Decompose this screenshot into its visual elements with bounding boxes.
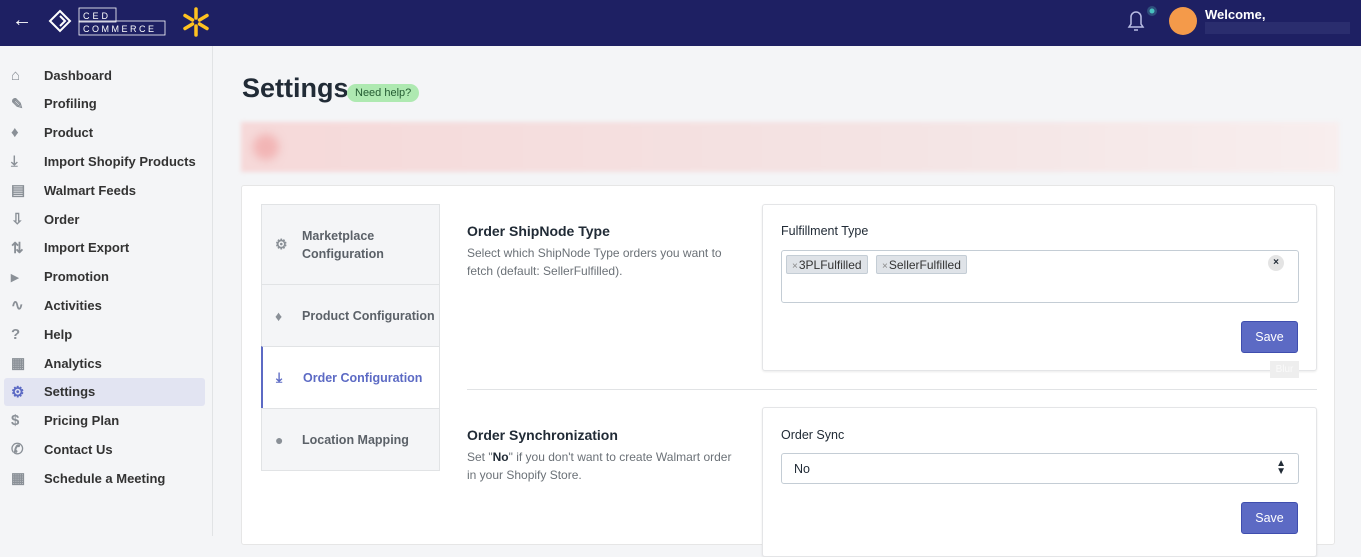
save-fulfillment-button[interactable]: Save — [1241, 321, 1298, 353]
sidebar-item-label: Help — [44, 326, 73, 342]
sidebar-item-product[interactable]: ♦ Product — [4, 119, 205, 147]
fulfillment-type-label: Fulfillment Type — [781, 224, 869, 238]
sidebar-item-promotion[interactable]: ▸ Promotion — [4, 263, 205, 291]
tab-location-mapping[interactable]: ● Location Mapping — [261, 408, 440, 471]
back-arrow-icon[interactable]: ← — [12, 9, 32, 32]
sync-title: Order Synchronization — [467, 427, 618, 443]
divider — [467, 389, 1317, 390]
gear-icon: ⚙ — [11, 383, 25, 401]
remove-chip-icon[interactable]: × — [882, 261, 888, 272]
sidebar-item-label: Activities — [44, 297, 102, 313]
profile-add-icon: ✎ — [11, 95, 24, 113]
sync-description: Set "No" if you don't want to create Wal… — [467, 450, 732, 482]
sidebar-item-label: Promotion — [44, 269, 109, 285]
activity-icon: ∿ — [11, 297, 24, 315]
sidebar-item-order[interactable]: ⇩ Order — [4, 205, 205, 233]
fulfillment-type-panel: Fulfillment Type ×3PLFulfilled ×SellerFu… — [762, 204, 1317, 371]
transfer-icon: ⇅ — [11, 239, 24, 257]
cedcommerce-logo: CED COMMERCE — [48, 7, 166, 36]
tab-order-configuration[interactable]: ⤓ Order Configuration — [261, 346, 440, 409]
sidebar-item-pricing-plan[interactable]: $ Pricing Plan — [4, 407, 205, 435]
blurred-banner — [241, 122, 1339, 172]
location-pin-icon: ● — [275, 431, 284, 448]
sidebar-item-label: Schedule a Meeting — [44, 470, 166, 486]
gear-icon: ⚙ — [275, 236, 288, 252]
order-sync-panel: Order Sync No ▲ ▼ Save — [762, 407, 1317, 557]
remove-chip-icon[interactable]: × — [792, 261, 798, 272]
svg-text:COMMERCE: COMMERCE — [83, 24, 157, 34]
sidebar-item-analytics[interactable]: ▦ Analytics — [4, 349, 205, 377]
sidebar-item-label: Walmart Feeds — [44, 182, 136, 198]
fulfillment-type-multiselect[interactable]: ×3PLFulfilled ×SellerFulfilled × — [781, 250, 1299, 303]
sidebar-item-label: Settings — [44, 384, 96, 400]
order-sync-label: Order Sync — [781, 428, 845, 442]
tab-product-configuration[interactable]: ♦ Product Configuration — [261, 284, 440, 347]
save-order-sync-button[interactable]: Save — [1241, 502, 1298, 534]
phone-icon: ✆ — [11, 441, 24, 459]
chip-sellerfulfilled[interactable]: ×SellerFulfilled — [876, 255, 967, 274]
sidebar-item-label: Import Export — [44, 240, 130, 256]
username-redacted — [1205, 22, 1350, 34]
help-icon: ? — [11, 325, 21, 343]
sidebar-item-label: Dashboard — [44, 67, 112, 83]
sidebar-item-label: Pricing Plan — [44, 413, 120, 429]
sidebar-item-label: Contact Us — [44, 441, 113, 457]
chip-3plfulfilled[interactable]: ×3PLFulfilled — [786, 255, 868, 274]
blur-tooltip: Blur — [1270, 361, 1299, 378]
order-download-icon: ⤓ — [276, 369, 283, 385]
calendar-icon: ▦ — [11, 470, 26, 488]
dollar-icon: $ — [11, 412, 20, 430]
sidebar-item-import-export[interactable]: ⇅ Import Export — [4, 234, 205, 262]
home-icon: ⌂ — [11, 66, 21, 84]
sidebar-item-label: Import Shopify Products — [44, 153, 196, 169]
select-arrows-icon: ▲ ▼ — [1276, 458, 1286, 477]
sidebar-item-label: Order — [44, 211, 80, 227]
shipnode-title: Order ShipNode Type — [467, 223, 610, 239]
clear-all-icon[interactable]: × — [1268, 255, 1284, 271]
order-icon: ⇩ — [11, 211, 24, 228]
avatar[interactable] — [1169, 7, 1197, 35]
walmart-spark-icon — [183, 7, 209, 37]
megaphone-icon: ▸ — [11, 268, 19, 286]
sidebar-item-walmart-feeds[interactable]: ▤ Walmart Feeds — [4, 176, 205, 204]
sidebar-item-import-shopify-products[interactable]: ⤓ Import Shopify Products — [4, 147, 205, 175]
sidebar-item-schedule-a-meeting[interactable]: ▦ Schedule a Meeting — [4, 464, 205, 492]
tag-icon: ♦ — [275, 307, 283, 324]
sidebar-item-dashboard[interactable]: ⌂ Dashboard — [4, 61, 205, 89]
download-icon: ⤓ — [11, 152, 18, 170]
sidebar-item-settings[interactable]: ⚙ Settings — [4, 377, 205, 406]
sidebar-item-activities[interactable]: ∿ Activities — [4, 291, 205, 319]
sidebar-item-label: Product — [44, 125, 94, 141]
tab-marketplace-configuration[interactable]: ⚙ Marketplace Configuration — [261, 204, 440, 285]
shipnode-description: Select which ShipNode Type orders you wa… — [467, 246, 722, 278]
order-sync-select[interactable]: No ▲ ▼ — [781, 453, 1299, 484]
archive-icon: ▤ — [11, 182, 26, 200]
sidebar-item-contact-us[interactable]: ✆ Contact Us — [4, 435, 205, 463]
sidebar-item-help[interactable]: ? Help — [4, 320, 205, 348]
chart-icon: ▦ — [11, 355, 26, 372]
welcome-text: Welcome, — [1205, 7, 1266, 22]
notification-bell-icon[interactable] — [1124, 6, 1160, 34]
sidebar-item-label: Analytics — [44, 355, 102, 371]
page-title: Settings — [242, 73, 349, 103]
tag-icon: ♦ — [11, 124, 19, 142]
need-help-badge[interactable]: Need help? — [347, 84, 420, 102]
sidebar-item-profiling[interactable]: ✎ Profiling — [4, 90, 205, 118]
sidebar: ⌂ Dashboard ✎ Profiling ♦ Product ⤓ Import Shop… — [0, 46, 213, 536]
sidebar-item-label: Profiling — [44, 96, 97, 112]
svg-text:CED: CED — [83, 11, 111, 21]
top-bar: ← CED COMMERCE Welcome, — [0, 0, 1361, 46]
